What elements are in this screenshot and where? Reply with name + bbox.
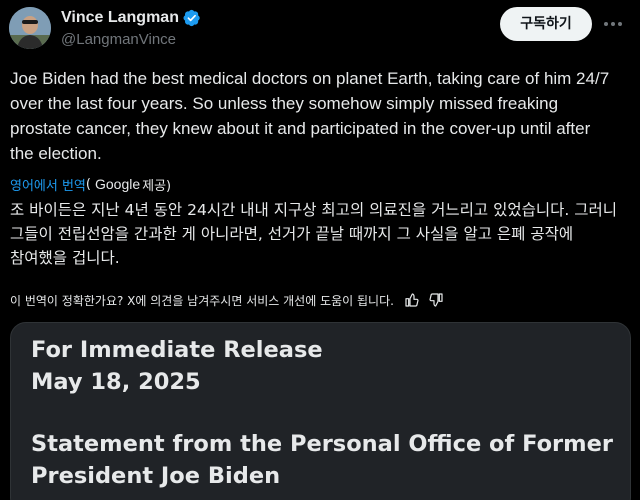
google-label: Google bbox=[94, 176, 141, 192]
tweet: Vince Langman @LangmanVince 구독하기 Joe Bid… bbox=[0, 0, 640, 500]
feedback-prompt: 이 번역이 정확한가요? X에 의견을 남겨주시면 서비스 개선에 도움이 됩니… bbox=[10, 293, 394, 308]
avatar[interactable] bbox=[9, 7, 51, 49]
verified-badge-icon[interactable] bbox=[183, 9, 201, 27]
username[interactable]: @LangmanVince bbox=[61, 31, 201, 48]
more-options-icon[interactable] bbox=[600, 14, 626, 34]
thumbs-down-icon[interactable] bbox=[428, 292, 444, 308]
media-release-heading: For Immediate Release bbox=[31, 337, 323, 363]
name-row: Vince Langman bbox=[61, 7, 201, 29]
subscribe-button[interactable]: 구독하기 bbox=[500, 7, 592, 41]
display-name[interactable]: Vince Langman bbox=[61, 9, 179, 27]
tweet-text: Joe Biden had the best medical doctors o… bbox=[10, 69, 610, 163]
media-date: May 18, 2025 bbox=[31, 369, 201, 395]
avatar-photo bbox=[9, 7, 51, 49]
media-statement-subtitle: President Joe Biden bbox=[31, 463, 281, 489]
media-statement-title: Statement from the Personal Office of Fo… bbox=[31, 431, 613, 457]
author-block: Vince Langman @LangmanVince bbox=[61, 7, 201, 48]
translated-from-link[interactable]: 영어에서 번역 bbox=[10, 175, 86, 194]
translated-text: 조 바이든은 지난 4년 동안 24시간 내내 지구상 최고의 의료진을 거느리… bbox=[10, 201, 617, 267]
paren-open: ( bbox=[85, 176, 91, 192]
translation-attribution: 영어에서 번역 ( Google 제공) bbox=[10, 174, 171, 194]
provider-suffix: 제공) bbox=[142, 178, 172, 194]
thumbs-up-icon[interactable] bbox=[404, 292, 420, 308]
translation-feedback: 이 번역이 정확한가요? X에 의견을 남겨주시면 서비스 개선에 도움이 됩니… bbox=[10, 290, 444, 310]
media-card[interactable]: For Immediate Release May 18, 2025 State… bbox=[10, 322, 631, 500]
